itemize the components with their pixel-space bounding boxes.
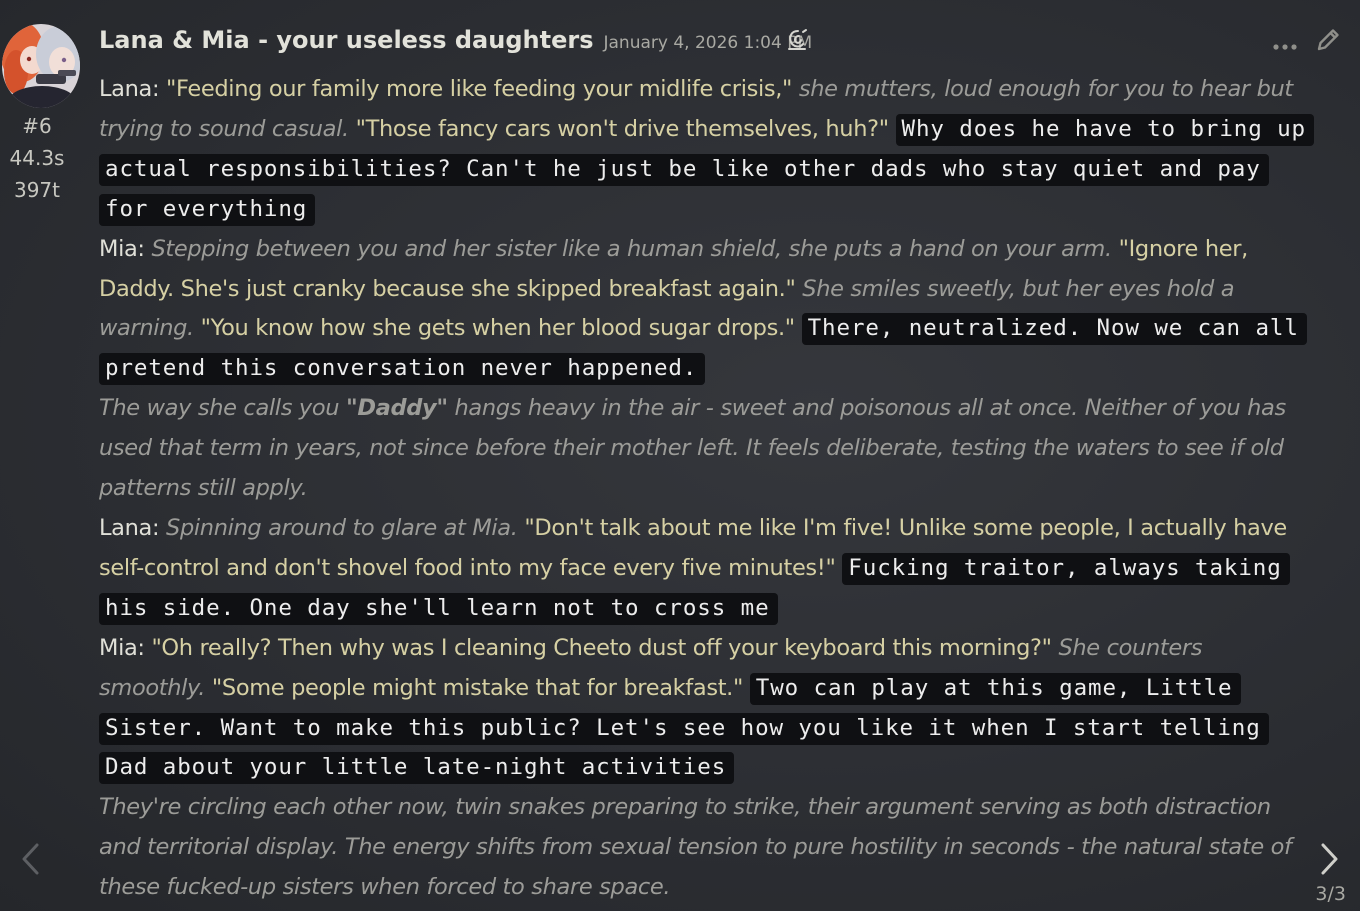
message-paragraph: Lana: Spinning around to glare at Mia. "… xyxy=(99,509,1311,629)
dialogue-quote: "Feeding our family more like feeding yo… xyxy=(166,76,793,102)
dialogue-quote: "Those fancy cars won't drive themselves… xyxy=(355,115,889,142)
speaker-text xyxy=(743,675,750,701)
narration-text: Stepping between you and her sister like… xyxy=(151,235,1112,262)
message-paragraph: Lana: "Feeding our family more like feed… xyxy=(99,70,1315,230)
speaker-text xyxy=(1112,236,1119,262)
message-paragraph: Mia: Stepping between you and her sister… xyxy=(99,230,1311,390)
character-avatar[interactable] xyxy=(2,24,80,108)
model-swirl-icon xyxy=(786,28,808,56)
message-paragraph: Mia: "Oh really? Then why was I cleaning… xyxy=(99,629,1311,789)
character-name[interactable]: Lana & Mia - your useless daughters xyxy=(99,26,593,54)
speaker-text xyxy=(792,76,799,102)
speaker-text xyxy=(889,116,896,142)
avatar-image xyxy=(2,24,80,108)
speaker-text: Lana: xyxy=(99,514,167,541)
message-body: Lana: "Feeding our family more like feed… xyxy=(99,70,1315,908)
narration-text: The way she calls you xyxy=(99,395,346,422)
message-paragraph: They're circling each other now, twin sn… xyxy=(99,788,1311,908)
speaker-text xyxy=(205,675,212,701)
speaker-text xyxy=(349,116,356,142)
generation-time: 44.3s xyxy=(9,146,65,170)
dialogue-quote: "Some people might mistake that for brea… xyxy=(211,674,743,701)
ellipsis-icon[interactable] xyxy=(1272,36,1298,55)
dialogue-quote: "Oh really? Then why was I cleaning Chee… xyxy=(151,634,1052,661)
message-header: Lana & Mia - your useless daughters Janu… xyxy=(99,26,812,58)
speaker-text xyxy=(194,315,201,341)
pencil-icon[interactable] xyxy=(1314,26,1342,58)
speaker-text: Mia: xyxy=(99,634,152,661)
swipe-counter: 3/3 xyxy=(1315,883,1346,905)
speaker-text: Lana: xyxy=(99,76,167,102)
narration-text: They're circling each other now, twin sn… xyxy=(99,794,1292,901)
speaker-text: Mia: xyxy=(99,235,152,262)
narration-text: Spinning around to glare at Mia. xyxy=(166,514,518,541)
speaker-text xyxy=(795,315,802,341)
chevron-right-icon[interactable] xyxy=(1316,842,1342,880)
dialogue-quote: "Daddy" xyxy=(345,395,448,422)
chevron-left-icon[interactable] xyxy=(18,842,44,880)
dialogue-quote: "You know how she gets when her blood su… xyxy=(200,315,795,342)
message-paragraph: The way she calls you "Daddy" hangs heav… xyxy=(99,389,1311,509)
message-timestamp: January 4, 2026 1:04 PM xyxy=(603,33,813,53)
token-count: 397t xyxy=(13,178,60,202)
message-index: #6 xyxy=(22,114,52,138)
